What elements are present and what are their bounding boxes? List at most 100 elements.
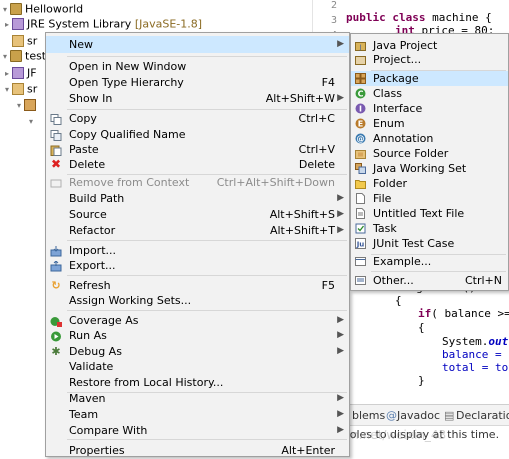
submenu-arrow-icon: ▶	[337, 409, 344, 419]
tree-item-src-test[interactable]: ▾ sr	[2, 80, 37, 97]
menu-item-assign-working-sets[interactable]: Assign Working Sets...	[46, 292, 349, 309]
submenu-item-example[interactable]: Example...	[351, 254, 508, 269]
svg-text:Ju: Ju	[356, 241, 365, 249]
submenu-arrow-icon: ▶	[337, 209, 344, 219]
menu-item-new[interactable]: New ▶	[46, 36, 349, 53]
package-icon	[355, 73, 366, 84]
delete-icon: ✖	[50, 157, 62, 171]
source-folder-icon	[355, 148, 366, 159]
svg-text:@: @	[357, 135, 365, 144]
menu-item-run-as[interactable]: Run As ▶	[46, 327, 349, 344]
java-project-icon: J	[355, 40, 366, 51]
expand-arrow-icon[interactable]: ▸	[2, 16, 12, 33]
menu-item-compare-with[interactable]: Compare With ▶	[46, 422, 349, 439]
menu-item-delete[interactable]: ✖ Delete Delete	[46, 156, 349, 173]
submenu-item-project[interactable]: Project...	[351, 52, 508, 67]
svg-text:J: J	[359, 44, 362, 51]
tree-item-package[interactable]: ▾	[14, 96, 39, 113]
submenu-item-folder[interactable]: Folder	[351, 176, 508, 191]
other-icon	[355, 275, 366, 286]
collapse-arrow-icon[interactable]: ▾	[2, 81, 12, 98]
submenu-item-java-project[interactable]: J Java Project	[351, 38, 508, 53]
menu-item-validate[interactable]: Validate	[46, 358, 349, 375]
project-icon	[355, 54, 366, 65]
submenu-item-interface[interactable]: I Interface	[351, 101, 508, 116]
submenu-item-untitled-text-file[interactable]: Untitled Text File	[351, 206, 508, 221]
tab-declaration[interactable]: Declaration	[456, 405, 509, 426]
example-icon	[355, 256, 366, 267]
submenu-item-junit-test-case[interactable]: Ju JUnit Test Case	[351, 236, 508, 251]
submenu-item-other[interactable]: Other... Ctrl+N	[351, 273, 508, 288]
task-icon	[355, 223, 366, 234]
menu-item-source[interactable]: Source Alt+Shift+S ▶	[46, 206, 349, 223]
code-line: public class machine {	[346, 11, 492, 24]
tab-problems[interactable]: blems	[352, 405, 385, 426]
submenu-item-java-working-set[interactable]: Java Working Set	[351, 161, 508, 176]
javadoc-icon: @	[386, 409, 397, 422]
declaration-icon: ▤	[444, 409, 455, 422]
submenu-arrow-icon: ▶	[337, 393, 344, 403]
menu-item-team[interactable]: Team ▶	[46, 406, 349, 423]
copy-icon	[50, 113, 62, 125]
file-icon	[355, 193, 366, 204]
java-project-icon	[10, 3, 22, 15]
menu-item-open-type-hierarchy[interactable]: Open Type Hierarchy F4	[46, 74, 349, 91]
interface-icon: I	[355, 103, 366, 114]
svg-text:I: I	[359, 105, 362, 114]
collapse-arrow-icon[interactable]: ▾	[26, 113, 36, 130]
collapse-arrow-icon[interactable]: ▾	[0, 48, 10, 65]
svg-text:E: E	[358, 120, 363, 129]
submenu-item-annotation[interactable]: @ Annotation	[351, 131, 508, 146]
submenu-item-task[interactable]: Task	[351, 221, 508, 236]
code-line: {	[418, 321, 425, 334]
code-line: total = tot	[442, 361, 509, 374]
submenu-arrow-icon: ▶	[337, 93, 344, 103]
source-folder-icon	[12, 83, 24, 95]
coverage-icon	[50, 315, 62, 327]
code-line: if( balance >=	[418, 307, 509, 320]
submenu-item-enum[interactable]: E Enum	[351, 116, 508, 131]
menu-item-restore-local-history[interactable]: Restore from Local History...	[46, 374, 349, 391]
tree-item-jre-test[interactable]: ▸ JF	[2, 64, 37, 81]
collapse-arrow-icon[interactable]: ▾	[14, 97, 24, 114]
copy-qualified-icon	[50, 129, 62, 141]
menu-item-build-path[interactable]: Build Path ▶	[46, 190, 349, 207]
code-line: {	[395, 294, 402, 307]
tree-item-class[interactable]: ▾	[26, 112, 36, 129]
submenu-item-source-folder[interactable]: Source Folder	[351, 146, 508, 161]
bottom-panel-tabs: blems @ Javadoc ▤ Declaration	[340, 404, 509, 426]
import-icon	[50, 245, 62, 257]
tab-javadoc[interactable]: Javadoc	[397, 405, 440, 426]
menu-item-export[interactable]: Export...	[46, 257, 349, 274]
submenu-arrow-icon: ▶	[337, 225, 344, 235]
menu-item-open-in-new-window[interactable]: Open in New Window	[46, 58, 349, 75]
refresh-icon: ↻	[51, 279, 61, 292]
library-icon	[12, 67, 24, 79]
submenu-item-class[interactable]: C Class	[351, 86, 508, 101]
folder-icon	[355, 178, 366, 189]
junit-icon: Ju	[355, 238, 366, 249]
menu-item-properties[interactable]: Properties Alt+Enter	[46, 442, 349, 459]
text-file-icon	[355, 208, 366, 219]
tree-item-jre[interactable]: ▸ JRE System Library [JavaSE-1.8]	[2, 15, 202, 32]
menu-item-refactor[interactable]: Refactor Alt+Shift+T ▶	[46, 222, 349, 239]
context-menu: New ▶ Open in New Window Open Type Hiera…	[45, 32, 350, 457]
java-project-icon	[10, 50, 22, 62]
submenu-arrow-icon: ▶	[337, 425, 344, 435]
menu-item-maven[interactable]: Maven ▶	[46, 390, 349, 407]
class-icon: C	[355, 88, 366, 99]
menu-item-copy[interactable]: Copy Ctrl+C	[46, 110, 349, 127]
line-number: 3	[330, 15, 337, 26]
menu-item-show-in[interactable]: Show In Alt+Shift+W ▶	[46, 90, 349, 107]
code-line: balance = b	[442, 348, 509, 361]
submenu-item-file[interactable]: File	[351, 191, 508, 206]
submenu-item-package[interactable]: Package	[351, 71, 508, 86]
library-icon	[12, 18, 24, 30]
tree-item-test[interactable]: ▾ test	[0, 47, 46, 64]
submenu-arrow-icon: ▶	[337, 330, 344, 340]
submenu-arrow-icon: ▶	[337, 39, 344, 49]
new-submenu: J Java Project Project... Package C Clas…	[350, 33, 509, 291]
remove-context-icon	[50, 177, 62, 188]
enum-icon: E	[355, 118, 366, 129]
run-icon	[50, 330, 62, 342]
